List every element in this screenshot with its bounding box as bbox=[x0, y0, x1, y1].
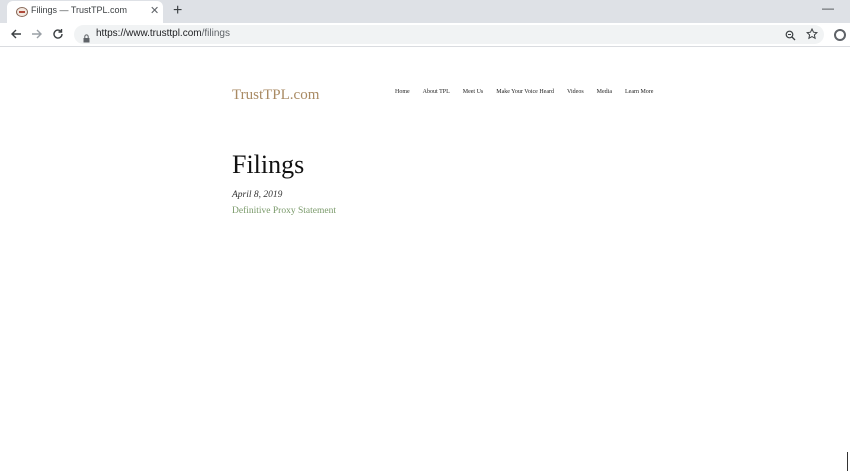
site-logo[interactable]: TrustTPL.com bbox=[232, 87, 319, 104]
lock-icon bbox=[83, 30, 90, 48]
nav-meet-us[interactable]: Meet Us bbox=[463, 89, 484, 95]
nav-media[interactable]: Media bbox=[597, 89, 612, 95]
url-text[interactable]: https://www.trusttpl.com/filings bbox=[96, 28, 230, 39]
filing-link[interactable]: Definitive Proxy Statement bbox=[232, 206, 336, 216]
url-path: /filings bbox=[201, 28, 230, 39]
star-icon[interactable] bbox=[805, 27, 819, 45]
site-favicon-icon bbox=[16, 7, 28, 17]
forward-arrow-icon[interactable] bbox=[30, 27, 44, 41]
extension-icon[interactable] bbox=[834, 29, 846, 41]
minimize-button[interactable]: — bbox=[822, 1, 834, 15]
nav-make-your-voice-heard[interactable]: Make Your Voice Heard bbox=[496, 89, 554, 95]
nav-about-tpl[interactable]: About TPL bbox=[423, 89, 450, 95]
text-cursor bbox=[847, 452, 848, 471]
tab-title: Filings — TrustTPL.com bbox=[31, 5, 128, 15]
tab-strip: Filings — TrustTPL.com ✕ + — bbox=[0, 0, 850, 23]
back-arrow-icon[interactable] bbox=[9, 27, 23, 41]
browser-toolbar: https://www.trusttpl.com/filings bbox=[0, 23, 850, 47]
address-bar[interactable]: https://www.trusttpl.com/filings bbox=[74, 25, 824, 44]
nav-learn-more[interactable]: Learn More bbox=[625, 89, 654, 95]
site-nav: Home About TPL Meet Us Make Your Voice H… bbox=[395, 89, 666, 95]
tab-close-icon[interactable]: ✕ bbox=[150, 4, 159, 18]
page-title: Filings bbox=[232, 150, 305, 179]
zoom-icon[interactable] bbox=[785, 28, 796, 46]
nav-videos[interactable]: Videos bbox=[567, 89, 584, 95]
reload-icon[interactable] bbox=[51, 27, 65, 41]
nav-home[interactable]: Home bbox=[395, 89, 410, 95]
new-tab-button[interactable]: + bbox=[173, 2, 182, 20]
browser-tab[interactable]: Filings — TrustTPL.com ✕ bbox=[7, 1, 163, 23]
filing-date: April 8, 2019 bbox=[232, 190, 283, 200]
url-base: https://www.trusttpl.com bbox=[96, 28, 202, 39]
